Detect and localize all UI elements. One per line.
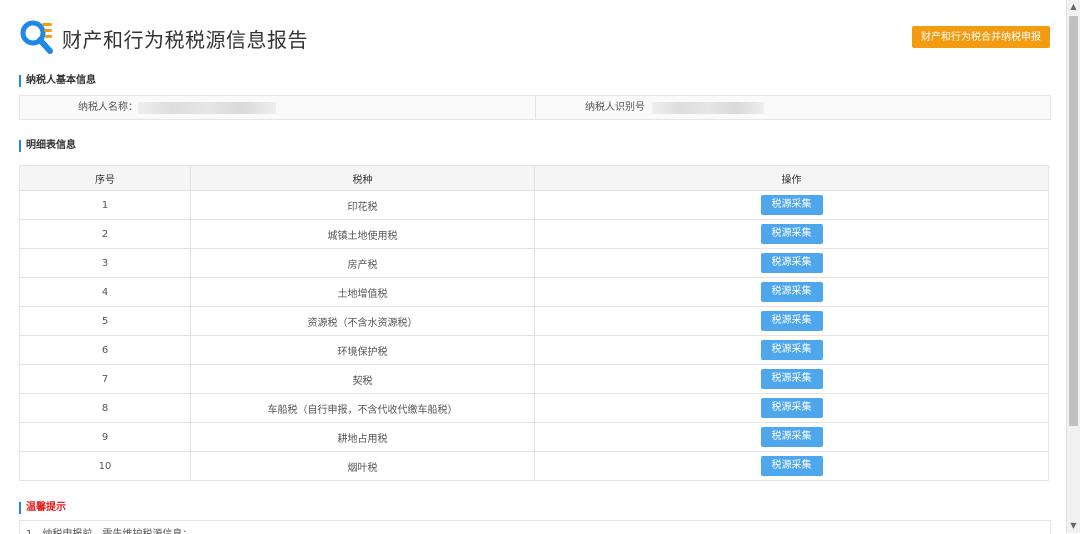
merge-declaration-button[interactable]: 财产和行为税合并纳税申报 (912, 26, 1050, 48)
section-title-detail: 明细表信息 (19, 140, 76, 152)
row-action-cell: 税源采集 (534, 219, 1049, 249)
row-no: 5 (19, 306, 191, 336)
row-action-cell: 税源采集 (534, 190, 1049, 220)
column-header-action: 操作 (534, 165, 1049, 191)
row-tax-name: 土地增值税 (190, 277, 535, 307)
column-header-no: 序号 (19, 165, 191, 191)
row-action-cell: 税源采集 (534, 248, 1049, 278)
row-tax-name: 城镇土地使用税 (190, 219, 535, 249)
collect-source-button[interactable]: 税源采集 (760, 456, 823, 476)
chevron-up-icon[interactable]: ▲ (1067, 0, 1080, 14)
table-row: 9 耕地占用税 税源采集 (19, 422, 1049, 452)
row-action-cell: 税源采集 (534, 335, 1049, 365)
collect-source-button[interactable]: 税源采集 (760, 398, 823, 418)
page-title: 财产和行为税税源信息报告 (62, 28, 308, 52)
collect-source-button[interactable]: 税源采集 (760, 427, 823, 447)
taxpayer-id-value (652, 102, 764, 114)
row-action-cell: 税源采集 (534, 422, 1049, 452)
row-tax-name: 环境保护税 (190, 335, 535, 365)
column-header-tax: 税种 (190, 165, 535, 191)
taxpayer-name-value (138, 102, 276, 114)
scrollbar-thumb[interactable] (1069, 16, 1078, 426)
info-divider (535, 96, 536, 119)
chevron-down-icon[interactable]: ▼ (1067, 519, 1080, 533)
table-row: 3 房产税 税源采集 (19, 248, 1049, 278)
collect-source-button[interactable]: 税源采集 (760, 224, 823, 244)
table-row: 4 土地增值税 税源采集 (19, 277, 1049, 307)
row-no: 9 (19, 422, 191, 452)
table-row: 6 环境保护税 税源采集 (19, 335, 1049, 365)
row-no: 1 (19, 190, 191, 220)
table-row: 8 车船税（自行申报，不含代收代缴车船税） 税源采集 (19, 393, 1049, 423)
table-row: 1 印花税 税源采集 (19, 190, 1049, 220)
collect-source-button[interactable]: 税源采集 (760, 282, 823, 302)
page-header: 财产和行为税税源信息报告 财产和行为税合并纳税申报 (20, 20, 1050, 56)
taxpayer-id-label: 纳税人识别号 (585, 102, 645, 113)
table-row: 5 资源税（不含水资源税） 税源采集 (19, 306, 1049, 336)
row-action-cell: 税源采集 (534, 364, 1049, 394)
row-tax-name: 印花税 (190, 190, 535, 220)
row-no: 6 (19, 335, 191, 365)
row-action-cell: 税源采集 (534, 306, 1049, 336)
row-no: 2 (19, 219, 191, 249)
section-title-tips: 温馨提示 (19, 502, 66, 514)
tax-detail-table: 序号 税种 操作 1 印花税 税源采集 2 城镇土地使用税 税源采集 3 房产税… (19, 165, 1049, 481)
basic-info-row: 纳税人名称： 纳税人识别号 (19, 95, 1051, 120)
collect-source-button[interactable]: 税源采集 (760, 369, 823, 389)
collect-source-button[interactable]: 税源采集 (760, 253, 823, 273)
row-tax-name: 资源税（不含水资源税） (190, 306, 535, 336)
row-action-cell: 税源采集 (534, 393, 1049, 423)
table-row: 2 城镇土地使用税 税源采集 (19, 219, 1049, 249)
vertical-scrollbar[interactable]: ▲ ▼ (1066, 0, 1080, 533)
section-title-basic-info: 纳税人基本信息 (19, 75, 96, 87)
row-no: 7 (19, 364, 191, 394)
collect-source-button[interactable]: 税源采集 (760, 311, 823, 331)
search-list-icon (20, 20, 53, 54)
collect-source-button[interactable]: 税源采集 (760, 195, 823, 215)
row-action-cell: 税源采集 (534, 277, 1049, 307)
row-tax-name: 耕地占用税 (190, 422, 535, 452)
row-no: 10 (19, 451, 191, 481)
row-no: 4 (19, 277, 191, 307)
row-tax-name: 契税 (190, 364, 535, 394)
table-row: 7 契税 税源采集 (19, 364, 1049, 394)
row-no: 8 (19, 393, 191, 423)
table-row: 10 烟叶税 税源采集 (19, 451, 1049, 481)
taxpayer-name-label: 纳税人名称： (78, 102, 138, 113)
tips-box: 1、纳税申报前，需先维护税源信息； (19, 520, 1051, 534)
row-no: 3 (19, 248, 191, 278)
page: 财产和行为税税源信息报告 财产和行为税合并纳税申报 纳税人基本信息 纳税人名称：… (0, 0, 1067, 534)
collect-source-button[interactable]: 税源采集 (760, 340, 823, 360)
row-tax-name: 烟叶税 (190, 451, 535, 481)
row-tax-name: 房产税 (190, 248, 535, 278)
row-tax-name: 车船税（自行申报，不含代收代缴车船税） (190, 393, 535, 423)
table-header-row: 序号 税种 操作 (19, 165, 1049, 191)
row-action-cell: 税源采集 (534, 451, 1049, 481)
